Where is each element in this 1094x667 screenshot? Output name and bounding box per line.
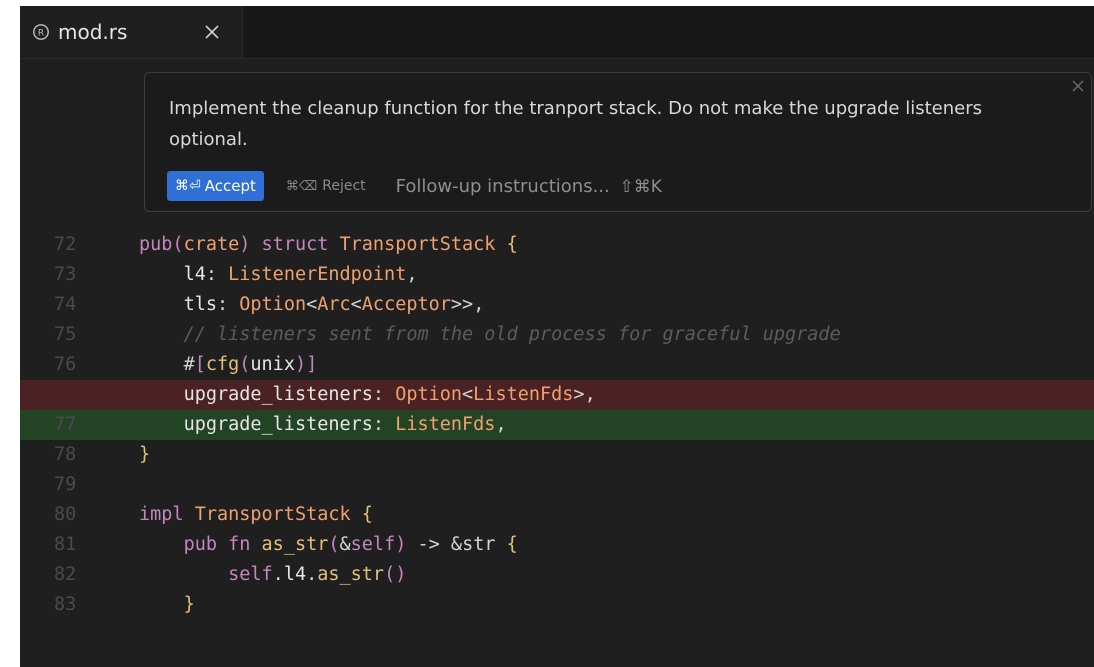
code-line[interactable]: 80 impl TransportStack { [20,500,1094,530]
accept-button[interactable]: ⌘⏎ Accept [167,171,264,201]
code-line[interactable]: 79 [20,470,1094,500]
followup-shortcut: ⇧⌘K [619,176,662,197]
line-number [20,380,120,410]
code-text: } [139,444,151,465]
close-icon[interactable] [200,20,224,44]
prompt-actions: ⌘⏎ Accept ⌘⌫ Reject Follow-up instructio… [167,171,662,201]
reject-label: Reject [322,178,366,194]
tab-mod-rs[interactable]: R mod.rs [20,6,243,58]
code-line[interactable]: 73 l4: ListenerEndpoint, [20,260,1094,290]
code-text: } [183,594,195,615]
code-text: self.l4.as_str() [228,564,407,585]
code-text: l4: ListenerEndpoint, [183,264,418,285]
tab-filename: mod.rs [58,20,128,44]
prompt-instruction: Implement the cleanup function for the t… [169,98,982,150]
code-line[interactable]: 72 pub(crate) struct TransportStack { [20,230,1094,260]
line-number: 73 [54,264,77,285]
code-line[interactable]: 82 self.l4.as_str() [20,560,1094,590]
code-line-added[interactable]: 77 upgrade_listeners: ListenFds, [20,410,1094,440]
line-number: 74 [54,294,77,315]
accept-label: Accept [204,177,256,195]
followup-placeholder: Follow-up instructions... [395,175,610,197]
reject-button[interactable]: ⌘⌫ Reject [286,178,366,194]
code-line[interactable]: 74 tls: Option<Arc<Acceptor>>, [20,290,1094,320]
line-number: 75 [54,324,77,345]
reject-shortcut: ⌘⌫ [285,178,318,194]
code-text: upgrade_listeners: ListenFds, [183,414,507,435]
code-text: pub fn as_str(&self) -> &str { [183,534,518,555]
line-number: 78 [54,444,77,465]
code-text: #[cfg(unix)] [183,354,318,375]
line-number: 76 [54,354,77,375]
code-line[interactable]: 83 } [20,590,1094,620]
code-text: // listeners sent from the old process f… [183,324,841,345]
code-editor[interactable]: 72 pub(crate) struct TransportStack { 73 l… [20,230,1094,620]
code-text: pub(crate) struct TransportStack { [139,234,518,255]
line-number: 72 [54,234,77,255]
close-icon[interactable] [1071,79,1085,93]
line-number: 83 [54,594,77,615]
code-line-removed[interactable]: upgrade_listeners: Option<ListenFds>, [20,380,1094,410]
tab-bar: R mod.rs [20,6,1094,59]
code-line[interactable]: 78} [20,440,1094,470]
line-number: 81 [54,534,77,555]
line-number: 79 [54,474,77,495]
line-number: 80 [54,504,77,525]
inline-edit-prompt: Implement the cleanup function for the t… [144,72,1092,212]
code-line[interactable]: 76 #[cfg(unix)] [20,350,1094,380]
code-text: impl TransportStack { [139,504,373,525]
code-line[interactable]: 81 pub fn as_str(&self) -> &str { [20,530,1094,560]
line-number: 77 [54,414,77,435]
code-text: tls: Option<Arc<Acceptor>>, [183,294,485,315]
line-number: 82 [54,564,77,585]
rust-file-icon: R [33,24,49,40]
editor-window: R mod.rs Implement the cleanup function … [20,6,1094,667]
followup-input[interactable]: Follow-up instructions... ⇧⌘K [396,176,662,197]
code-line[interactable]: 75 // listeners sent from the old proces… [20,320,1094,350]
svg-text:R: R [38,29,44,39]
accept-shortcut: ⌘⏎ [175,178,201,194]
code-text: upgrade_listeners: Option<ListenFds>, [183,384,596,405]
